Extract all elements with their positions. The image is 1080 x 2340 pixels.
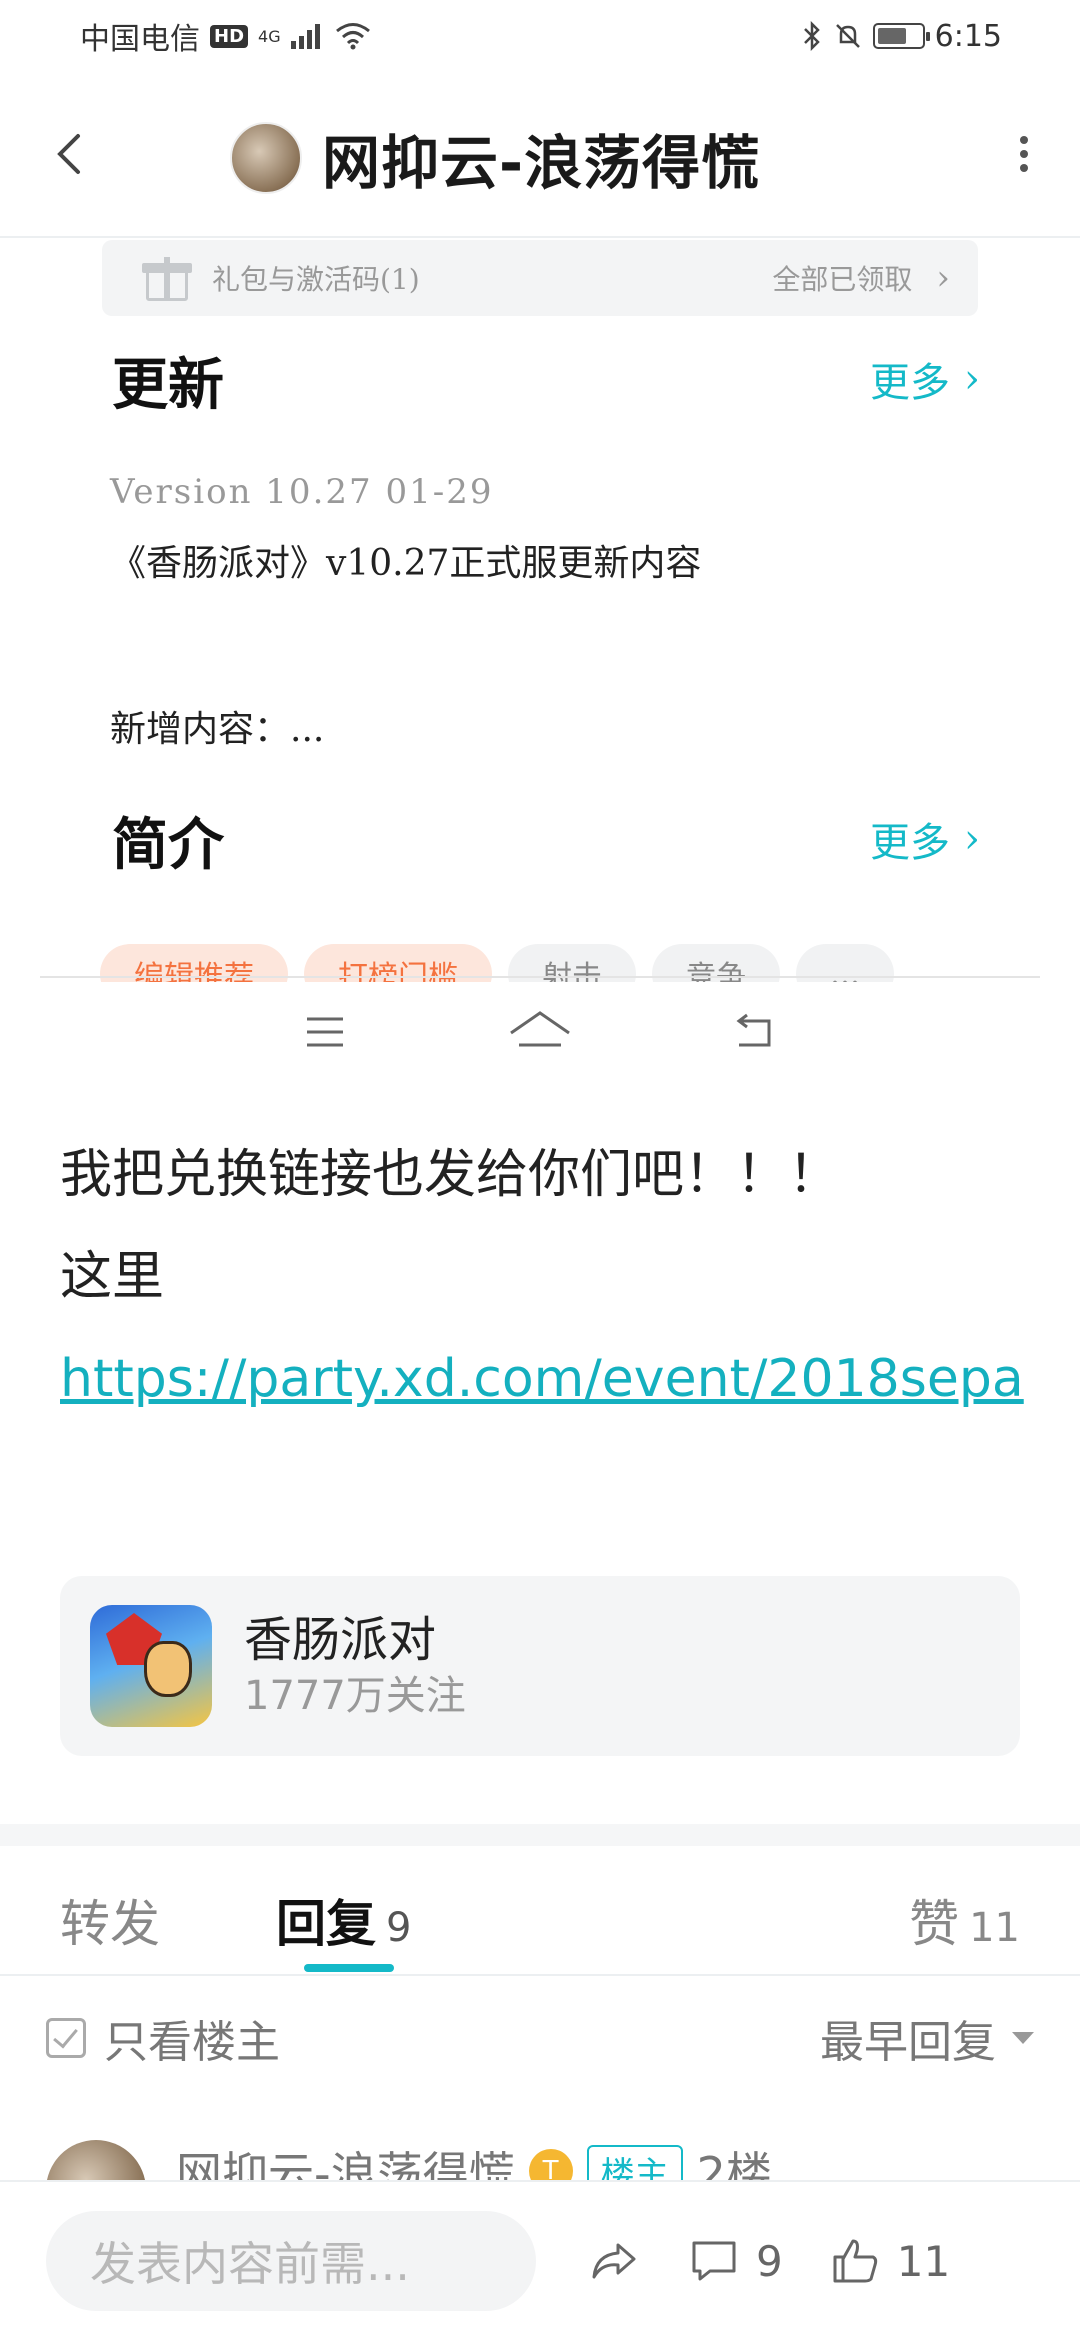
avatar[interactable] xyxy=(230,122,302,194)
divider xyxy=(40,976,1040,978)
version-line: Version 10.27 01-29 xyxy=(110,472,494,512)
section-divider xyxy=(0,1824,1080,1846)
level-badge-icon: T xyxy=(528,2149,573,2180)
bluetooth-icon xyxy=(803,21,820,51)
filter-row: 只看楼主 最早回复 xyxy=(0,1976,1080,2100)
share-button[interactable] xyxy=(586,2233,642,2289)
gift-label: 礼包与激活码(1) xyxy=(212,263,420,296)
checkbox-icon[interactable] xyxy=(46,2018,86,2058)
comment-button[interactable]: 9 xyxy=(686,2233,783,2289)
status-right: 6:15 xyxy=(801,19,1002,54)
embedded-nav-row xyxy=(0,982,1080,1082)
caret-down-icon xyxy=(1012,2032,1034,2044)
intro-more-label: 更多 xyxy=(870,820,950,866)
status-left: 中国电信 HD 4G xyxy=(80,14,371,58)
back-button[interactable] xyxy=(44,124,94,184)
tab-forward[interactable]: 转发 xyxy=(60,1884,160,1956)
more-dot-icon xyxy=(1020,164,1028,172)
carrier-label: 中国电信 xyxy=(80,22,200,57)
tab-bar: 转发 回复 9 赞 11 xyxy=(0,1846,1080,1976)
app-info: 香肠派对 1777万关注 xyxy=(244,1610,466,1722)
comment-meta: 网抑云-浪荡得慌 T 楼主 2楼 xyxy=(176,2138,772,2180)
sort-label: 最早回复 xyxy=(820,2017,996,2068)
post-text-line: 这里 xyxy=(60,1247,165,1307)
update-heading: 更新 xyxy=(112,352,224,418)
floor-number: 2楼 xyxy=(696,2147,772,2180)
owner-badge: 楼主 xyxy=(586,2144,683,2180)
app-card[interactable]: 香肠派对 1777万关注 xyxy=(60,1576,1020,1756)
bottom-action-bar: 发表内容前需... 9 11 xyxy=(0,2180,1080,2340)
network-type: 4G xyxy=(258,26,281,46)
gift-action: 全部已领取 › xyxy=(772,258,950,298)
post-text-line: 我把兑换链接也发给你们吧！！！ xyxy=(60,1145,841,1205)
update-more-label: 更多 xyxy=(870,360,950,406)
sort-dropdown[interactable]: 最早回复 xyxy=(820,2006,1034,2070)
chevron-right-icon: › xyxy=(964,816,980,862)
gift-code-bar: 礼包与激活码(1) 全部已领取 › xyxy=(102,240,978,316)
gift-icon xyxy=(142,255,192,301)
like-count: 11 xyxy=(896,2236,951,2286)
tab-like-count: 11 xyxy=(969,1905,1020,1951)
app-followers: 1777万关注 xyxy=(244,1673,466,1719)
gift-action-label: 全部已领取 xyxy=(772,263,913,296)
menu-icon xyxy=(307,1017,343,1047)
tab-like-label: 赞 xyxy=(909,1895,960,1953)
only-op-label: 只看楼主 xyxy=(104,2017,280,2068)
reply-input[interactable]: 发表内容前需... xyxy=(46,2211,536,2311)
page-title: 网抑云-浪荡得慌 xyxy=(322,129,761,197)
more-dot-icon xyxy=(1020,136,1028,144)
update-new-content: 新增内容：... xyxy=(110,709,325,750)
comment-item[interactable]: 网抑云-浪荡得慌 T 楼主 2楼 xyxy=(46,2130,1046,2180)
clock: 6:15 xyxy=(934,18,1002,54)
mute-bell-icon xyxy=(835,24,860,48)
post-image[interactable]: 礼包与激活码(1) 全部已领取 › 更新 更多 › Version 10.27 … xyxy=(40,240,1040,982)
avatar[interactable] xyxy=(46,2140,146,2180)
tab-reply-count: 9 xyxy=(386,1905,412,1951)
update-text: 《香肠派对》v10.27正式服更新内容 xyxy=(110,543,702,584)
home-icon xyxy=(510,1011,570,1047)
tab-reply-label: 回复 xyxy=(276,1895,376,1953)
more-dot-icon xyxy=(1020,150,1028,158)
tab-reply[interactable]: 回复 9 xyxy=(276,1884,411,1956)
wifi-icon xyxy=(335,23,370,50)
update-more-link: 更多 › xyxy=(870,350,980,408)
actions: 9 11 xyxy=(586,2233,950,2289)
share-icon xyxy=(592,2243,636,2279)
post-body: 我把兑换链接也发给你们吧！！！ 这里 https://party.xd.com/… xyxy=(60,1124,1030,1430)
intro-heading: 简介 xyxy=(112,812,224,878)
active-tab-indicator xyxy=(304,1964,394,1972)
like-button[interactable]: 11 xyxy=(827,2233,950,2289)
status-bar: 中国电信 HD 4G 6:15 xyxy=(0,0,1080,72)
chevron-right-icon: › xyxy=(964,356,980,402)
more-menu-button[interactable] xyxy=(1012,122,1036,186)
tab-like[interactable]: 赞 11 xyxy=(909,1884,1020,1956)
app-name: 香肠派对 xyxy=(244,1612,437,1668)
app-icon xyxy=(90,1605,212,1727)
hd-icon: HD xyxy=(210,24,249,48)
header-author[interactable]: 网抑云-浪荡得慌 xyxy=(230,116,760,200)
signal-icon xyxy=(290,24,320,49)
intro-more-link: 更多 › xyxy=(870,810,980,868)
only-op-toggle[interactable]: 只看楼主 xyxy=(46,2006,280,2070)
redeem-link[interactable]: https://party.xd.com/event/2018sepa xyxy=(60,1349,1024,1409)
back-nav-icon xyxy=(736,1013,771,1047)
chevron-right-icon: › xyxy=(936,258,950,298)
tab-forward-label: 转发 xyxy=(60,1895,160,1953)
comment-count: 9 xyxy=(756,2236,783,2286)
thumbs-up-icon xyxy=(833,2239,877,2283)
header: 网抑云-浪荡得慌 xyxy=(0,72,1080,238)
battery-icon xyxy=(872,23,930,49)
comment-icon xyxy=(692,2241,736,2281)
back-arrow-icon xyxy=(57,134,80,174)
comment-author[interactable]: 网抑云-浪荡得慌 xyxy=(176,2138,515,2180)
